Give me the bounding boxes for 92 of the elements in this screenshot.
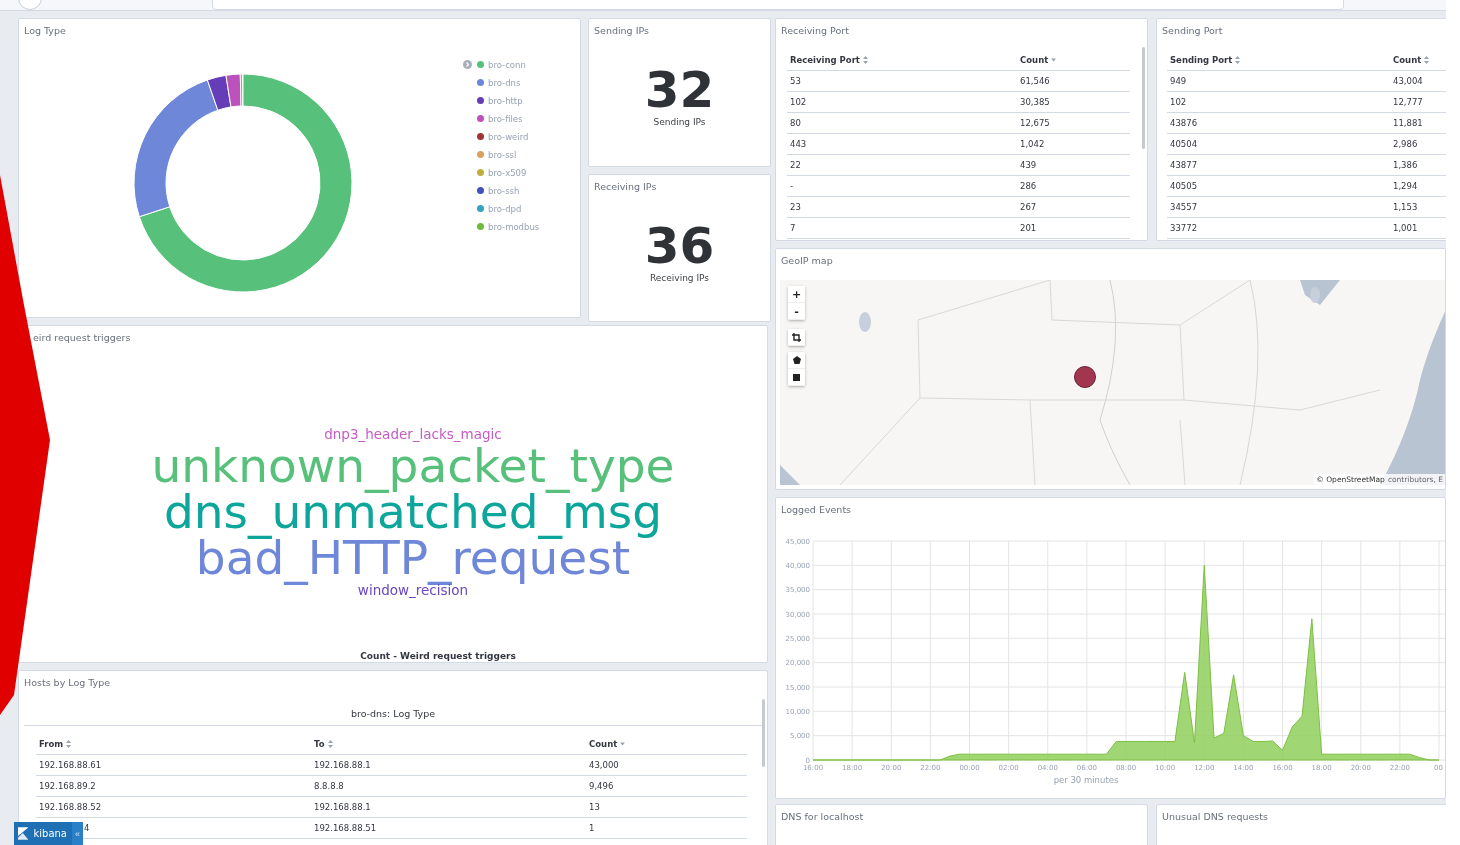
legend-item[interactable]: bro-files: [463, 111, 540, 126]
panel-title: Log Type: [23, 24, 67, 36]
legend-toggle-icon[interactable]: [463, 60, 472, 69]
panel-title: Receiving IPs: [593, 180, 658, 192]
table-cell: 102: [787, 91, 1017, 113]
table-cell: 192.168.89.2: [36, 775, 311, 797]
collapse-button[interactable]: «: [72, 822, 83, 845]
table-cell: 192.168.88.52: [36, 796, 311, 818]
table-cell: 43877: [1167, 154, 1390, 176]
table-cell: 61,546: [1017, 70, 1130, 92]
legend-item[interactable]: bro-modbus: [463, 219, 540, 234]
cloud-word: dnp3_header_lacks_magic: [324, 425, 502, 443]
table-cell: 43,004: [1390, 70, 1446, 92]
metric-label: Sending IPs: [653, 117, 706, 127]
table-cell: 949: [1167, 70, 1390, 92]
panel-title: Sending Port: [1161, 24, 1224, 36]
logo-icon: [18, 827, 29, 840]
polygon-button[interactable]: [788, 352, 805, 369]
zoom-in-button[interactable]: +: [788, 286, 805, 303]
column-header[interactable]: From: [36, 732, 311, 755]
axis-title: per 30 minutes: [1053, 775, 1119, 785]
table-cell: 30,385: [1017, 91, 1130, 113]
table-cell: 43,000: [586, 754, 747, 776]
crop-icon: [792, 332, 801, 342]
table-cell: 1,294: [1390, 175, 1446, 197]
legend-item[interactable]: bro-ssh: [463, 183, 540, 198]
table-cell: 443: [787, 133, 1017, 155]
table-cell: 11,881: [1390, 112, 1446, 134]
crop-button[interactable]: [788, 329, 805, 346]
table-cell: 1: [586, 817, 747, 839]
legend-item[interactable]: bro-x509: [463, 165, 540, 180]
square-icon: [793, 373, 800, 381]
table-cell: 2,986: [1390, 133, 1446, 155]
zoom-out-button[interactable]: -: [788, 303, 805, 320]
table-cell: 12,675: [1017, 112, 1130, 134]
metric-value: 32: [644, 65, 715, 115]
legend-item[interactable]: bro-dns: [463, 75, 540, 90]
table-cell: 286: [1017, 175, 1130, 197]
legend-item[interactable]: bro-dpd: [463, 201, 540, 216]
table-cell: 22: [787, 154, 1017, 176]
table-cell: 201: [1017, 217, 1130, 239]
panel-title: Receiving Port: [780, 24, 850, 36]
panel-title: DNS for localhost: [780, 810, 865, 822]
table-cell: 439: [1017, 154, 1130, 176]
legend-item[interactable]: bro-ssl: [463, 147, 540, 162]
legend-item[interactable]: bro-conn: [463, 57, 540, 72]
table-cell: 53: [787, 70, 1017, 92]
table-cell: 43876: [1167, 112, 1390, 134]
table-cell: 192.168.88.51: [311, 817, 586, 839]
table-cell: 1,386: [1390, 154, 1446, 176]
panel-title: GeoIP map: [780, 254, 834, 266]
panel-title: Sending IPs: [593, 24, 650, 36]
table-cell: 40504: [1167, 133, 1390, 155]
table-cell: 8.8.8.8: [311, 775, 586, 797]
table-cell: 12,777: [1390, 91, 1446, 113]
badge-label: kibana: [33, 828, 67, 839]
metric-value: 36: [644, 220, 715, 271]
table-cell: 267: [1017, 196, 1130, 218]
table-cell: 1,042: [1017, 133, 1130, 155]
table-cell: 102: [1167, 91, 1390, 113]
panel-title: eird request triggers: [32, 331, 132, 343]
table-cell: -: [787, 175, 1017, 197]
column-header[interactable]: Receiving Port: [787, 48, 1017, 71]
table-cell: 34557: [1167, 196, 1390, 218]
rectangle-button[interactable]: [788, 369, 805, 386]
table-cell: 192.168.88.1: [311, 796, 586, 818]
panel-title: Hosts by Log Type: [23, 676, 112, 688]
metric-label: Receiving IPs: [649, 272, 710, 283]
table-title: bro-dns: Log Type: [24, 688, 762, 726]
table-cell: 192.168.88.1: [311, 754, 586, 776]
panel-title: Logged Events: [780, 503, 853, 515]
table-cell: 192.168.88.61: [36, 754, 311, 776]
table-cell: 33772: [1167, 217, 1390, 239]
column-header[interactable]: To: [311, 732, 586, 755]
column-header[interactable]: Count: [586, 732, 747, 755]
panel-title: Unusual DNS requests: [1161, 810, 1269, 822]
table-cell: 9,496: [586, 775, 747, 797]
column-header[interactable]: Sending Port: [1167, 48, 1390, 71]
chart-caption: Count - Weird request triggers: [359, 651, 517, 662]
table-cell: 1,153: [1390, 196, 1446, 218]
table-cell: 40505: [1167, 175, 1390, 197]
table-cell: 80: [787, 112, 1017, 134]
column-header[interactable]: Count: [1390, 48, 1446, 71]
scrollbar: [762, 699, 765, 767]
legend-item[interactable]: bro-http: [463, 93, 540, 108]
legend-item[interactable]: bro-weird: [463, 129, 540, 144]
pentagon-icon: [792, 356, 801, 364]
table-cell: 13: [586, 796, 747, 818]
column-header[interactable]: Count: [1017, 48, 1130, 71]
table-cell: 7: [787, 217, 1017, 239]
table-cell: 1,001: [1390, 217, 1446, 239]
table-cell: 23: [787, 196, 1017, 218]
